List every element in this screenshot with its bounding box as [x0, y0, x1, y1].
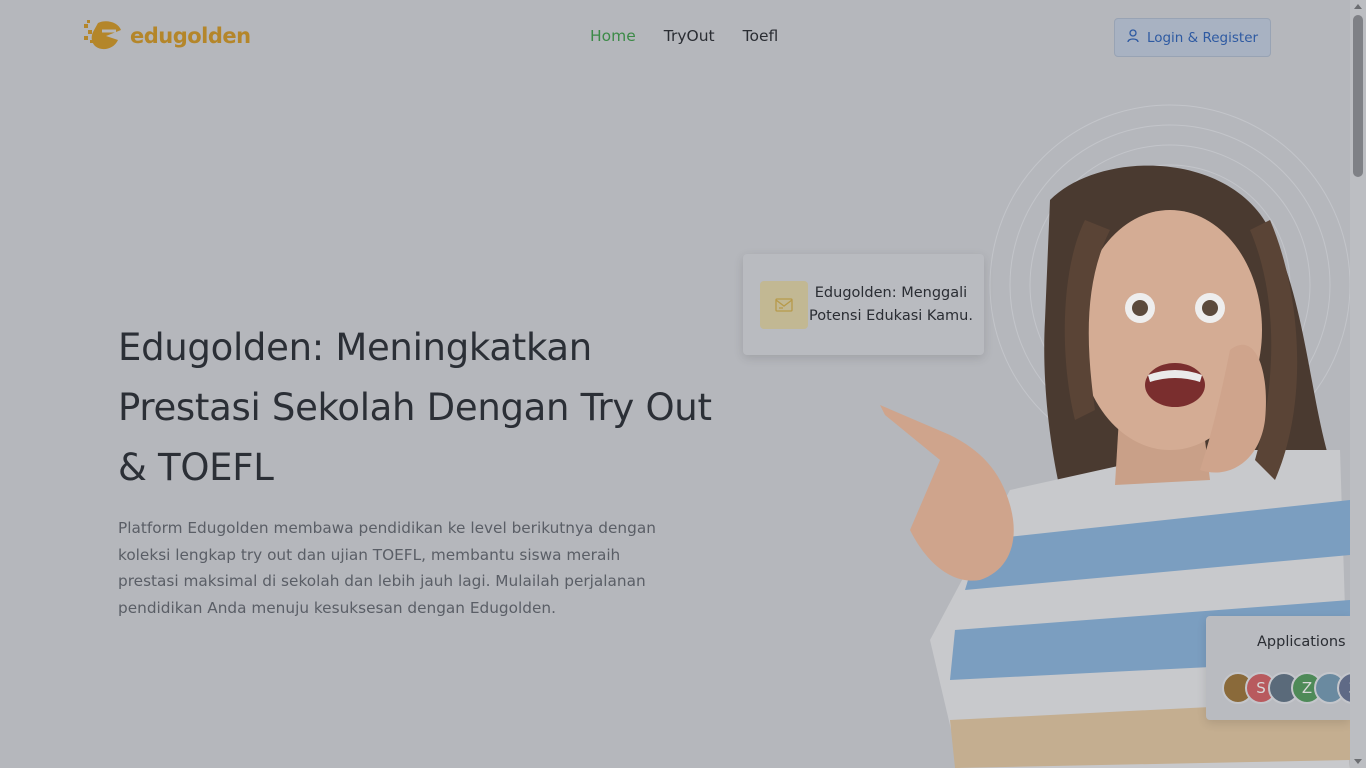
login-register-button[interactable]: Login & Register	[1114, 18, 1271, 57]
nav-tryout[interactable]: TryOut	[664, 27, 715, 45]
scroll-up-arrow-icon[interactable]	[1354, 4, 1362, 9]
applications-card: Applications S Z 3	[1206, 616, 1350, 720]
mail-icon	[760, 280, 808, 329]
hero-title: Edugolden: Meningkatkan Prestasi Sekolah…	[118, 326, 712, 489]
info-card-text: Edugolden: Menggali Potensi Edukasi Kamu…	[809, 285, 973, 324]
scroll-thumb[interactable]	[1353, 15, 1363, 177]
avatar-group: S Z 3	[1222, 672, 1350, 704]
brand-logo[interactable]: edugolden	[82, 18, 251, 54]
nav-home[interactable]: Home	[590, 27, 636, 45]
site-header: edugolden Home TryOut Toefl Login & Regi…	[0, 0, 1350, 75]
brand-name: edugolden	[130, 24, 251, 48]
nav-toefl[interactable]: Toefl	[743, 27, 779, 45]
main-nav: Home TryOut Toefl	[590, 27, 778, 45]
info-card: Edugolden: Menggali Potensi Edukasi Kamu…	[743, 254, 984, 355]
applications-title: Applications	[1257, 634, 1346, 650]
hero-description: Platform Edugolden membawa pendidikan ke…	[118, 519, 656, 617]
login-register-label: Login & Register	[1146, 29, 1259, 46]
page-scrollbar[interactable]	[1350, 0, 1366, 768]
user-icon	[1127, 28, 1139, 47]
scroll-down-arrow-icon[interactable]	[1354, 759, 1362, 764]
logo-icon	[82, 18, 124, 54]
